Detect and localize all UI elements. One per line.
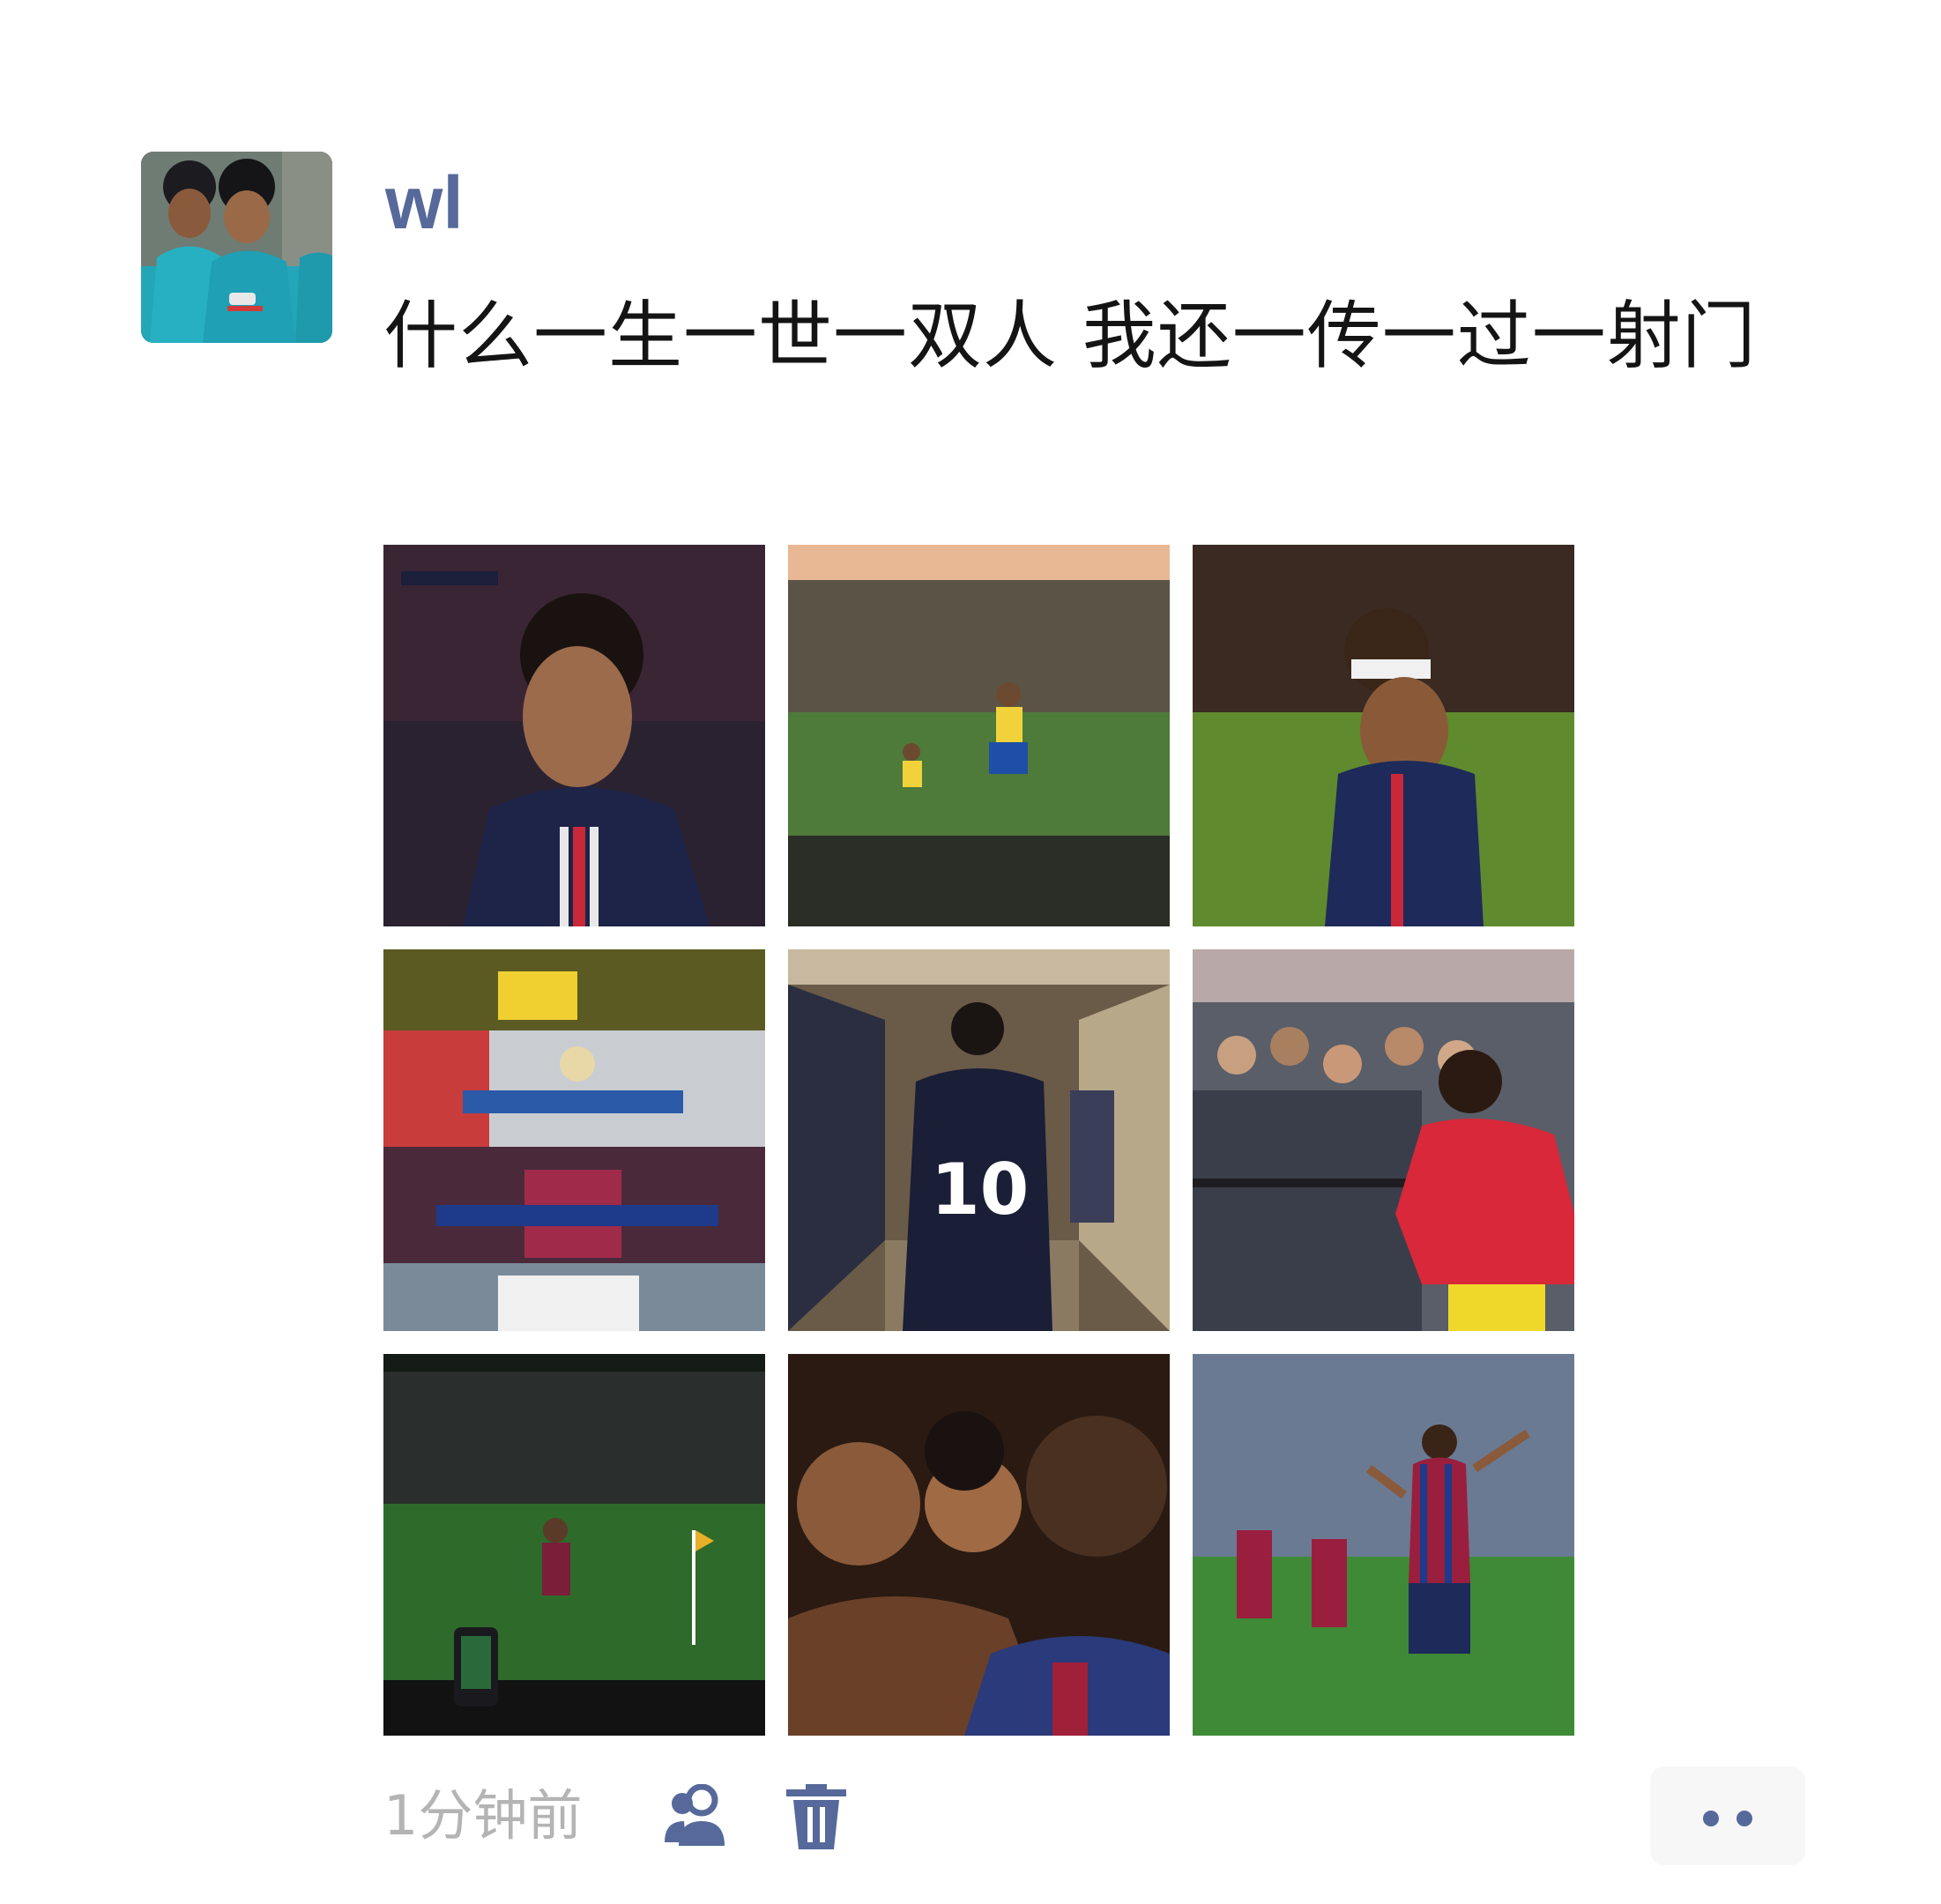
more-dots-icon — [1736, 1811, 1752, 1826]
timestamp: 1分钟前 — [383, 1783, 583, 1848]
more-dots-icon — [1703, 1811, 1719, 1826]
photo-4[interactable] — [383, 949, 765, 1331]
svg-text:10: 10 — [931, 1149, 1029, 1231]
more-button[interactable] — [1650, 1766, 1805, 1865]
trash-icon[interactable] — [781, 1784, 852, 1851]
photo-8[interactable] — [788, 1354, 1170, 1736]
photo-6[interactable] — [1193, 949, 1574, 1331]
photo-3[interactable] — [1193, 545, 1574, 926]
people-icon[interactable] — [663, 1784, 733, 1851]
username[interactable]: wl — [385, 159, 464, 247]
post-text: 什么一生一世一双人 我还一传一过一射门 — [383, 293, 1757, 379]
photo-2[interactable] — [788, 545, 1170, 926]
photo-1[interactable] — [383, 545, 765, 926]
photo-9[interactable] — [1193, 1354, 1574, 1736]
photo-7[interactable] — [383, 1354, 765, 1736]
photo-grid: 10 — [383, 545, 1575, 1737]
photo-5[interactable]: 10 — [788, 949, 1170, 1331]
avatar[interactable] — [141, 152, 332, 343]
